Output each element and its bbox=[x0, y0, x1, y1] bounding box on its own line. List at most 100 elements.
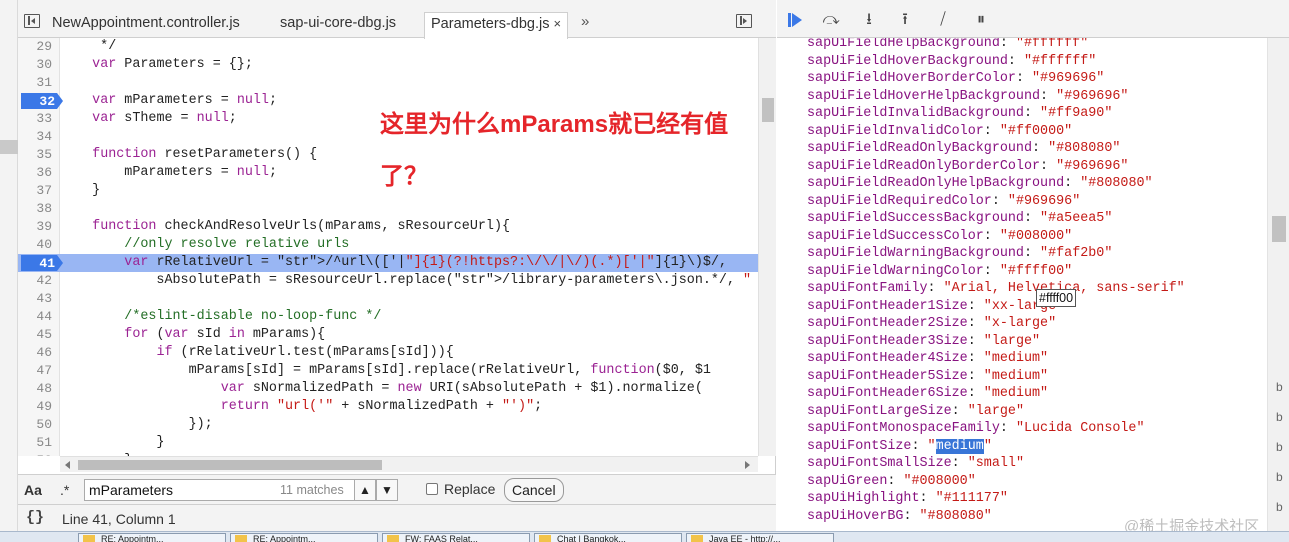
taskbar-button[interactable]: Java EE - http://... bbox=[686, 533, 834, 542]
current-execution-line[interactable]: 41 var rRelativeUrl = "str">/^url\(['|"]… bbox=[18, 254, 758, 272]
code-line[interactable]: 46 if (rRelativeUrl.test(mParams[sId])){ bbox=[18, 344, 758, 362]
scope-variables-list[interactable]: sapUiFieldHelpBackground: "#ffffff" sapUi… bbox=[777, 38, 1267, 531]
line-number[interactable]: 29 bbox=[18, 38, 52, 56]
next-match-button[interactable]: ▼ bbox=[376, 479, 398, 501]
line-number[interactable]: 34 bbox=[18, 128, 52, 146]
scope-property[interactable]: sapUiFieldHelpBackground: "#ffffff" bbox=[807, 38, 1088, 53]
scope-property[interactable]: sapUiFontSize: "medium" bbox=[807, 438, 992, 456]
scroll-thumb[interactable] bbox=[1272, 216, 1286, 242]
scope-property[interactable]: sapUiFieldWarningBackground: "#faf2b0" bbox=[807, 245, 1112, 263]
scope-property[interactable]: sapUiFontHeader4Size: "medium" bbox=[807, 350, 1048, 368]
code-line[interactable]: 31 bbox=[18, 74, 758, 92]
taskbar-button[interactable]: RE: Appointm... bbox=[78, 533, 226, 542]
property-value[interactable]: "#008000" bbox=[903, 474, 975, 489]
line-number[interactable]: 50 bbox=[18, 416, 52, 434]
replace-checkbox[interactable] bbox=[426, 483, 438, 495]
code-line[interactable]: 50 }); bbox=[18, 416, 758, 434]
match-case-toggle[interactable]: Aa bbox=[24, 482, 42, 498]
breakpoint-marker[interactable]: 41 bbox=[21, 255, 63, 271]
scope-property[interactable]: sapUiFieldWarningColor: "#ffff00" bbox=[807, 263, 1072, 281]
scope-property[interactable]: sapUiFontHeader1Size: "xx-large" bbox=[807, 298, 1064, 316]
scope-property[interactable]: sapUiFieldInvalidBackground: "#ff9a90" bbox=[807, 105, 1112, 123]
property-value[interactable]: "medium" bbox=[984, 351, 1048, 366]
line-number[interactable]: 51 bbox=[18, 434, 52, 452]
regex-toggle[interactable]: .* bbox=[60, 482, 69, 498]
tab-newappointment-controller[interactable]: NewAppointment.controller.js bbox=[46, 12, 246, 38]
line-number[interactable]: 40 bbox=[18, 236, 52, 254]
scope-property[interactable]: sapUiFontHeader3Size: "large" bbox=[807, 333, 1040, 351]
scope-property[interactable]: sapUiFontMonospaceFamily: "Lucida Consol… bbox=[807, 420, 1145, 438]
scope-property[interactable]: sapUiFieldReadOnlyHelpBackground: "#8080… bbox=[807, 175, 1153, 193]
step-into-icon[interactable]: ⭳ bbox=[859, 10, 879, 30]
property-value[interactable]: "medium" bbox=[984, 369, 1048, 384]
scope-property[interactable]: sapUiFieldHoverHelpBackground: "#969696" bbox=[807, 88, 1128, 106]
property-value[interactable]: "#ffff00" bbox=[1000, 264, 1072, 279]
code-line[interactable]: 30 var Parameters = {}; bbox=[18, 56, 758, 74]
property-value[interactable]: "#969696" bbox=[1056, 89, 1128, 104]
property-value[interactable]: "#ff0000" bbox=[1000, 124, 1072, 139]
line-number[interactable]: 36 bbox=[18, 164, 52, 182]
code-line[interactable]: 45 for (var sId in mParams){ bbox=[18, 326, 758, 344]
property-value[interactable]: "#969696" bbox=[1008, 194, 1080, 209]
scope-property[interactable]: sapUiFontHeader5Size: "medium" bbox=[807, 368, 1048, 386]
property-value[interactable]: "x-large" bbox=[984, 316, 1056, 331]
code-line[interactable]: 29 */ bbox=[18, 38, 758, 56]
scroll-left-icon[interactable] bbox=[65, 461, 70, 469]
property-value[interactable]: "#ffffff" bbox=[1024, 54, 1096, 69]
scope-property[interactable]: sapUiFieldReadOnlyBorderColor: "#969696" bbox=[807, 158, 1128, 176]
taskbar-button[interactable]: Chat | Bangkok... bbox=[534, 533, 682, 542]
property-value[interactable]: "large" bbox=[984, 334, 1040, 349]
code-line[interactable]: 51 } bbox=[18, 434, 758, 452]
property-value[interactable]: "large" bbox=[968, 404, 1024, 419]
scope-property[interactable]: sapUiFieldReadOnlyBackground: "#808080" bbox=[807, 140, 1120, 158]
step-over-icon[interactable]: ⤼ bbox=[821, 10, 841, 30]
sidebar-vertical-scrollbar[interactable]: bbbbbb bbox=[1267, 38, 1289, 542]
code-line[interactable]: 48 var sNormalizedPath = new URI(sAbsolu… bbox=[18, 380, 758, 398]
resume-icon[interactable] bbox=[788, 13, 804, 27]
scroll-right-icon[interactable] bbox=[745, 461, 750, 469]
property-value[interactable]: "#008000" bbox=[1000, 229, 1072, 244]
scope-property[interactable]: sapUiFontHeader2Size: "x-large" bbox=[807, 315, 1056, 333]
previous-match-button[interactable]: ▲ bbox=[354, 479, 376, 501]
property-value[interactable]: "#faf2b0" bbox=[1040, 246, 1112, 261]
line-number[interactable]: 49 bbox=[18, 398, 52, 416]
property-value[interactable]: "#969696" bbox=[1056, 159, 1128, 174]
property-value[interactable]: "medium" bbox=[928, 438, 992, 454]
scope-property[interactable]: sapUiFontLargeSize: "large" bbox=[807, 403, 1024, 421]
scroll-thumb[interactable] bbox=[78, 460, 382, 470]
property-value[interactable]: "Lucida Console" bbox=[1016, 421, 1145, 436]
property-value[interactable]: "#808080" bbox=[1048, 141, 1120, 156]
code-line[interactable]: 49 return "url('" + sNormalizedPath + "'… bbox=[18, 398, 758, 416]
taskbar-button[interactable]: FW: FAAS Relat... bbox=[382, 533, 530, 542]
scope-property[interactable]: sapUiFieldRequiredColor: "#969696" bbox=[807, 193, 1080, 211]
line-number[interactable]: 52 bbox=[18, 452, 52, 456]
code-line[interactable]: 40 //only resolve relative urls bbox=[18, 236, 758, 254]
property-value[interactable]: "#a5eea5" bbox=[1040, 211, 1112, 226]
code-line[interactable]: 43 bbox=[18, 290, 758, 308]
property-value[interactable]: "medium" bbox=[984, 386, 1048, 401]
property-value[interactable]: "#969696" bbox=[1032, 71, 1104, 86]
property-value[interactable]: "#111177" bbox=[936, 491, 1008, 506]
property-value[interactable]: "#808080" bbox=[920, 509, 992, 524]
tab-sap-ui-core-dbg[interactable]: sap-ui-core-dbg.js bbox=[274, 12, 402, 38]
toggle-debugger-icon[interactable] bbox=[736, 14, 752, 28]
property-value[interactable]: "#808080" bbox=[1080, 176, 1152, 191]
taskbar-button[interactable]: RE: Appointm... bbox=[230, 533, 378, 542]
toggle-navigator-icon[interactable] bbox=[24, 14, 40, 28]
editor-horizontal-scrollbar[interactable] bbox=[60, 456, 758, 472]
line-number[interactable]: 31 bbox=[18, 74, 52, 92]
line-number[interactable]: 38 bbox=[18, 200, 52, 218]
line-number[interactable]: 47 bbox=[18, 362, 52, 380]
line-number[interactable]: 33 bbox=[18, 110, 52, 128]
line-number[interactable]: 42 bbox=[18, 272, 52, 290]
tab-parameters-dbg[interactable]: Parameters-dbg.js × bbox=[424, 12, 569, 39]
property-value[interactable]: "#ff9a90" bbox=[1040, 106, 1112, 121]
property-value[interactable]: "small" bbox=[968, 456, 1024, 471]
line-number[interactable]: 39 bbox=[18, 218, 52, 236]
scope-property[interactable]: sapUiFieldHoverBorderColor: "#969696" bbox=[807, 70, 1104, 88]
line-number[interactable]: 45 bbox=[18, 326, 52, 344]
pause-on-exceptions-icon[interactable]: ⏸ bbox=[971, 10, 991, 30]
line-number[interactable]: 46 bbox=[18, 344, 52, 362]
code-line[interactable]: 44 /*eslint-disable no-loop-func */ bbox=[18, 308, 758, 326]
code-line[interactable]: 47 mParams[sId] = mParams[sId].replace(r… bbox=[18, 362, 758, 380]
